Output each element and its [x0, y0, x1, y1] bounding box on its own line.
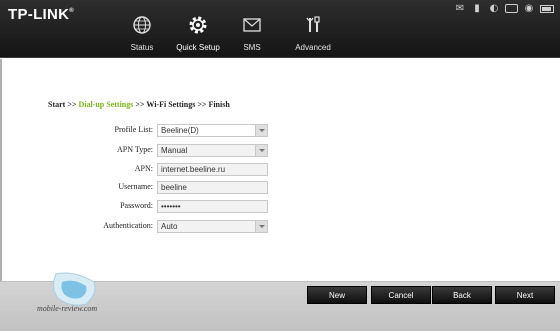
authentication-value: Auto: [161, 222, 178, 231]
content-area: Start >> Dial-up Settings >> Wi-Fi Setti…: [0, 59, 560, 281]
new-button[interactable]: New: [307, 286, 367, 304]
apn-row: APN: internet.beeline.ru: [0, 163, 560, 176]
chevron-down-icon[interactable]: [255, 221, 267, 232]
username-input[interactable]: beeline: [157, 181, 268, 194]
username-row: Username: beeline: [0, 181, 560, 194]
globe-icon: ◐: [489, 3, 499, 14]
authentication-row: Authentication: Auto: [0, 220, 560, 233]
password-input[interactable]: •••••••: [157, 200, 268, 213]
apn-type-select[interactable]: Manual: [157, 144, 268, 157]
profile-list-label: Profile List:: [114, 125, 153, 134]
main-nav: Status Quick Setup SMS Advanced: [120, 14, 338, 52]
back-button[interactable]: Back: [432, 286, 492, 304]
battery-icon: [540, 5, 554, 13]
nav-advanced[interactable]: Advanced: [288, 14, 338, 52]
breadcrumb-dialup: Dial-up Settings: [78, 100, 134, 109]
tp-link-logo: TP-LINK®: [8, 6, 74, 23]
signal-bars-icon: ▮: [474, 3, 480, 14]
password-label: Password:: [120, 201, 153, 210]
authentication-label: Authentication:: [103, 221, 153, 230]
nav-status[interactable]: Status: [120, 14, 164, 52]
nav-status-label: Status: [130, 43, 154, 52]
profile-list-row: Profile List: Beeline(D): [0, 124, 560, 137]
globe-icon: [133, 16, 151, 34]
nav-quick-setup-label: Quick Setup: [176, 43, 220, 52]
next-button[interactable]: Next: [495, 286, 555, 304]
cancel-button[interactable]: Cancel: [371, 286, 431, 304]
apn-type-value: Manual: [161, 146, 188, 155]
apn-input[interactable]: internet.beeline.ru: [157, 163, 268, 176]
password-row: Password: •••••••: [0, 200, 560, 213]
sms-envelope-icon: ✉: [455, 3, 465, 14]
nav-advanced-label: Advanced: [295, 43, 331, 52]
breadcrumb-start: Start >>: [48, 100, 79, 109]
apn-type-row: APN Type: Manual: [0, 144, 560, 157]
breadcrumb-sep: >>: [133, 100, 147, 109]
nav-sms-label: SMS: [243, 43, 261, 52]
username-value: beeline: [161, 183, 187, 192]
watermark-text: mobile-review.com: [37, 304, 98, 313]
top-header: TP-LINK® ✉ ▮ ◐ ◉ Status Quick Setup SMS …: [0, 0, 560, 58]
roaming-box-icon: [505, 4, 518, 13]
gear-icon: [189, 16, 207, 34]
apn-value: internet.beeline.ru: [161, 165, 226, 174]
chevron-down-icon[interactable]: [255, 125, 267, 136]
apn-type-label: APN Type:: [117, 145, 153, 154]
nav-sms[interactable]: SMS: [230, 14, 274, 52]
breadcrumb-finish: Finish: [208, 100, 230, 109]
breadcrumb-sep: >>: [195, 100, 209, 109]
envelope-icon: [243, 18, 261, 32]
username-label: Username:: [118, 182, 153, 191]
profile-list-value: Beeline(D): [161, 126, 199, 135]
tools-icon: [306, 16, 320, 32]
chevron-down-icon[interactable]: [255, 145, 267, 156]
password-value: •••••••: [161, 202, 181, 211]
nav-quick-setup[interactable]: Quick Setup: [176, 14, 220, 52]
profile-list-select[interactable]: Beeline(D): [157, 124, 268, 137]
status-icons: ✉ ▮ ◐ ◉: [454, 3, 554, 14]
wifi-icon: ◉: [524, 3, 534, 14]
authentication-select[interactable]: Auto: [157, 220, 268, 233]
apn-label: APN:: [134, 164, 153, 173]
breadcrumb-wifi: Wi-Fi Settings: [146, 100, 196, 109]
breadcrumb: Start >> Dial-up Settings >> Wi-Fi Setti…: [48, 100, 230, 109]
